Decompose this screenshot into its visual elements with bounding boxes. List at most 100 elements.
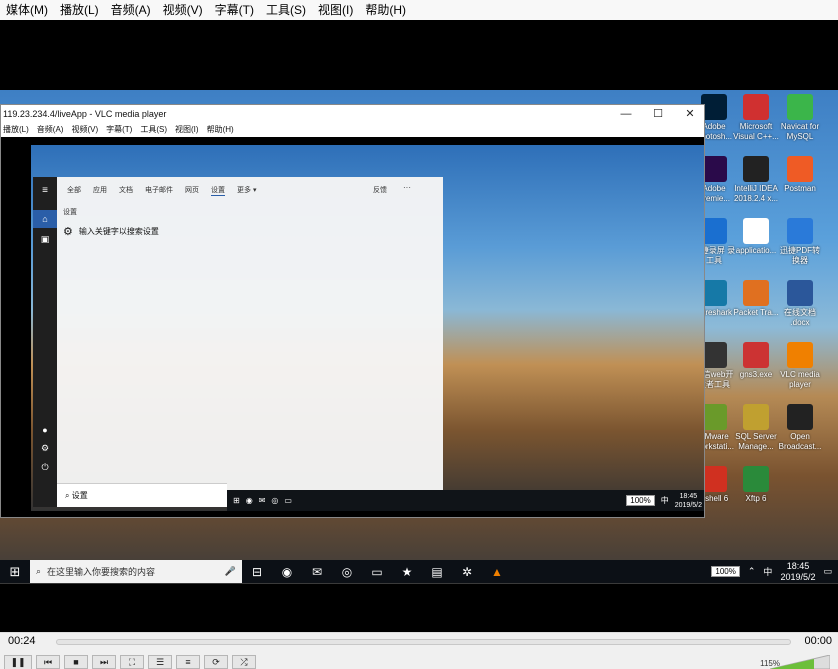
menu-video[interactable]: 视频(V) <box>157 0 209 20</box>
search-input[interactable]: ⌕ 设置 <box>57 483 227 507</box>
ime-indicator[interactable]: 中 <box>763 565 772 578</box>
loop-button[interactable]: ⟳ <box>204 655 228 669</box>
tab-docs[interactable]: 文档 <box>119 185 133 196</box>
app-icon[interactable]: ◉ <box>272 565 302 579</box>
inner-mail-icon[interactable]: ✉ <box>259 496 266 505</box>
menu-playback[interactable]: 播放(L) <box>54 0 105 20</box>
tab-web[interactable]: 网页 <box>185 185 199 196</box>
microphone-icon[interactable]: 🎤 <box>225 566 242 577</box>
vlc-icon[interactable]: ▲ <box>482 565 512 579</box>
desktop-icon-label: 迅捷PDF转 换器 <box>780 246 820 265</box>
app-icon <box>787 156 813 182</box>
search-sidebar: ≡ ⌂ ▣ ● ⚙ ⏻ <box>33 177 57 507</box>
windows-start-icon[interactable]: ⊞ <box>0 564 30 580</box>
inner-menu-subtitle[interactable]: 字幕(T) <box>106 123 132 137</box>
menu-bar: 媒体(M) 播放(L) 音频(A) 视频(V) 字幕(T) 工具(S) 视图(I… <box>0 0 838 20</box>
home-icon[interactable]: ⌂ <box>33 210 57 228</box>
maximize-icon[interactable]: ☐ <box>644 105 672 123</box>
inner-menu-playback[interactable]: 播放(L) <box>3 123 29 137</box>
notepad-icon[interactable]: ▤ <box>422 565 452 579</box>
store-icon[interactable]: ★ <box>392 565 422 579</box>
chrome-icon[interactable]: ◎ <box>332 565 362 579</box>
clock[interactable]: 18:45 2019/5/2 <box>780 561 815 583</box>
app-icon <box>743 404 769 430</box>
tab-all[interactable]: 全部 <box>67 185 81 196</box>
previous-button[interactable]: ⏮ <box>36 655 60 669</box>
close-icon[interactable]: ✕ <box>676 105 704 123</box>
desktop-icon[interactable]: gns3.exe <box>732 342 780 380</box>
stop-button[interactable]: ■ <box>64 655 88 669</box>
inner-menu-audio[interactable]: 音频(A) <box>37 123 64 137</box>
desktop-icon[interactable]: Microsoft Visual C++... <box>732 94 780 142</box>
menu-media[interactable]: 媒体(M) <box>0 0 54 20</box>
desktop-icon[interactable]: Open Broadcast... <box>776 404 824 452</box>
desktop-icon[interactable]: Xftp 6 <box>732 466 780 504</box>
desktop-icon-label: Postman <box>784 184 816 193</box>
shuffle-button[interactable]: ⤮ <box>232 655 256 669</box>
inner-menu-view[interactable]: 视图(I) <box>175 123 199 137</box>
menu-help[interactable]: 帮助(H) <box>359 0 412 20</box>
next-button[interactable]: ⏭ <box>92 655 116 669</box>
seek-bar[interactable] <box>56 639 791 645</box>
desktop-icon[interactable]: 在线文档 .docx <box>776 280 824 328</box>
desktop-icon[interactable]: IntelliJ IDEA 2018.2.4 x... <box>732 156 780 204</box>
settings-search-row[interactable]: ⚙ 输入关键字以搜索设置 <box>63 225 159 238</box>
fullscreen-button[interactable]: ⛶ <box>120 655 144 669</box>
extended-settings-button[interactable]: ☰ <box>148 655 172 669</box>
battery-badge: 100% <box>711 566 740 577</box>
inner-task-view-icon[interactable]: ⊞ <box>233 496 240 505</box>
search-icon: ⌕ <box>65 491 70 500</box>
minimize-icon[interactable]: — <box>612 105 640 123</box>
tray-icon[interactable]: ⌃ <box>748 566 756 577</box>
inner-clock: 18:45 2019/5/2 <box>675 492 704 510</box>
total-time: 00:00 <box>804 635 832 647</box>
tab-settings[interactable]: 设置 <box>211 185 225 196</box>
settings-row-label: 输入关键字以搜索设置 <box>78 227 159 236</box>
taskbar: ⊞ ⌕ 在这里输入你要搜索的内容 🎤 ⊟ ◉ ✉ ◎ ▭ ★ ▤ ✲ ▲ 100… <box>0 560 838 583</box>
app-icon <box>787 94 813 120</box>
remote-desktop-frame: Adobe Photosh... Microsoft Visual C++... N… <box>0 90 838 584</box>
inner-ime-indicator[interactable]: 中 <box>661 495 669 506</box>
more-options-icon[interactable]: ··· <box>403 183 411 192</box>
task-view-icon[interactable]: ⊟ <box>242 565 272 579</box>
menu-tools[interactable]: 工具(S) <box>260 0 312 20</box>
inner-menu-bar: 播放(L) 音频(A) 视频(V) 字幕(T) 工具(S) 视图(I) 帮助(H… <box>1 123 704 137</box>
inner-menu-tools[interactable]: 工具(S) <box>140 123 167 137</box>
menu-subtitle[interactable]: 字幕(T) <box>209 0 260 20</box>
desktop-icon[interactable]: applicatio... <box>732 218 780 256</box>
document-icon[interactable]: ▣ <box>33 234 57 245</box>
menu-audio[interactable]: 音频(A) <box>105 0 157 20</box>
recorder-icon[interactable]: ✲ <box>452 565 482 579</box>
inner-folder-icon[interactable]: ▭ <box>284 496 292 505</box>
pause-button[interactable]: ❚❚ <box>4 655 32 669</box>
notification-icon[interactable]: ▭ <box>823 566 832 577</box>
inner-menu-video[interactable]: 视频(V) <box>71 123 98 137</box>
menu-view[interactable]: 视图(I) <box>312 0 359 20</box>
mail-icon[interactable]: ✉ <box>302 565 332 579</box>
desktop-icon[interactable]: Navicat for MySQL <box>776 94 824 142</box>
inner-chrome-icon[interactable]: ◎ <box>271 496 278 505</box>
tab-apps[interactable]: 应用 <box>93 185 107 196</box>
playlist-button[interactable]: ≡ <box>176 655 200 669</box>
tab-email[interactable]: 电子邮件 <box>145 185 173 196</box>
taskbar-search[interactable]: ⌕ 在这里输入你要搜索的内容 🎤 <box>30 560 242 583</box>
inner-app-icon[interactable]: ◉ <box>246 496 253 505</box>
desktop-icon[interactable]: Packet Tra... <box>732 280 780 318</box>
video-area[interactable]: Adobe Photosh... Microsoft Visual C++... N… <box>0 20 838 632</box>
user-icon[interactable]: ● <box>33 425 57 435</box>
volume-slider[interactable] <box>770 655 830 669</box>
desktop-icon[interactable]: SQL Server Manage... <box>732 404 780 452</box>
tab-more[interactable]: 更多 ▾ <box>237 185 256 196</box>
file-explorer-icon[interactable]: ▭ <box>362 565 392 579</box>
desktop-icon-label: Xftp 6 <box>745 494 767 503</box>
desktop-icon-label: Navicat for MySQL <box>780 122 820 141</box>
hamburger-icon[interactable]: ≡ <box>33 185 57 196</box>
feedback-link[interactable]: 反馈 <box>373 185 387 195</box>
power-icon[interactable]: ⏻ <box>33 462 57 473</box>
gear-icon[interactable]: ⚙ <box>33 443 57 454</box>
desktop-icon[interactable]: 迅捷PDF转 换器 <box>776 218 824 266</box>
inner-menu-help[interactable]: 帮助(H) <box>207 123 234 137</box>
desktop-icon[interactable]: VLC media player <box>776 342 824 390</box>
desktop-icon[interactable]: Postman <box>776 156 824 194</box>
clock-date: 2019/5/2 <box>780 571 816 582</box>
